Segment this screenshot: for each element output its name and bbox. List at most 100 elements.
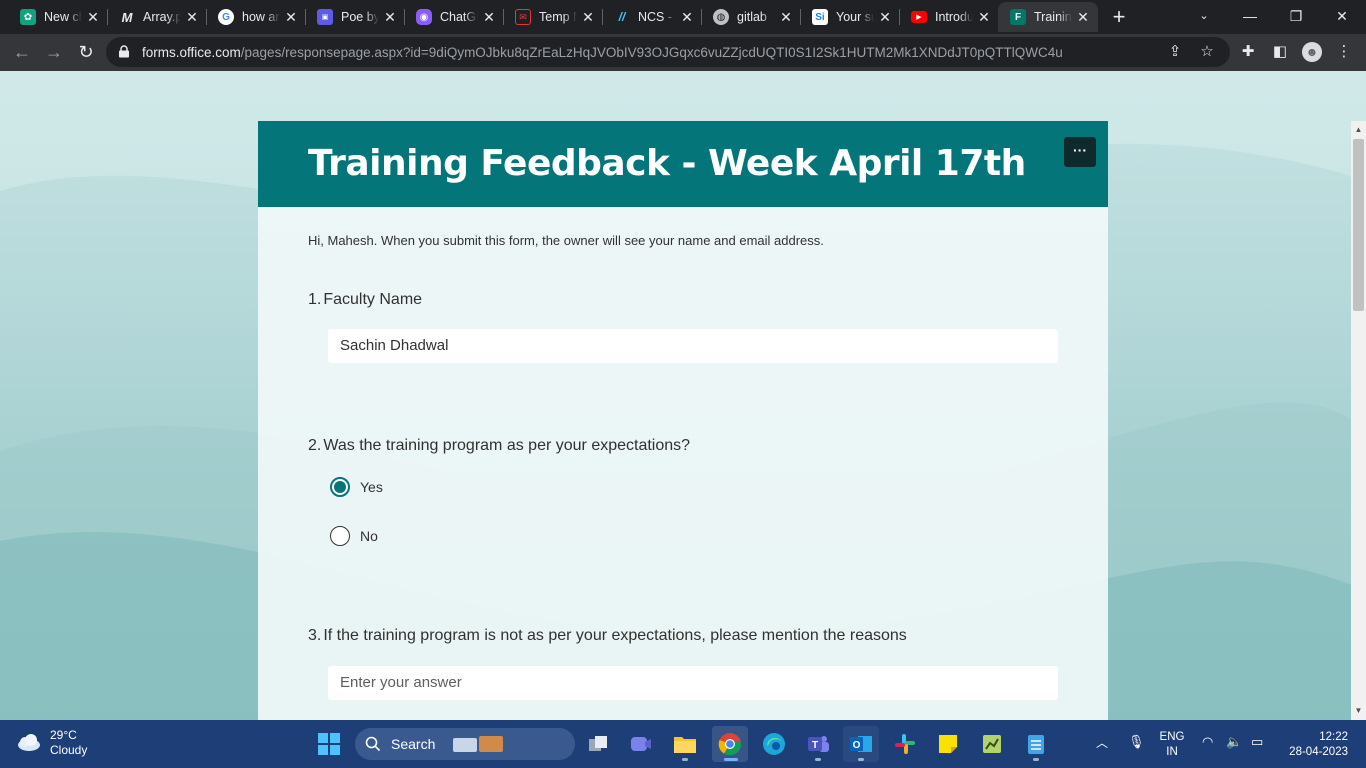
tab-title: Your sub	[836, 10, 874, 24]
input-language[interactable]: ENG IN	[1150, 730, 1194, 760]
tab-title: how are	[242, 10, 280, 24]
notepad-icon	[1028, 735, 1044, 754]
chart-app-icon	[983, 735, 1001, 753]
battery-icon[interactable]: ▭	[1251, 734, 1263, 750]
taskbar-app-chart[interactable]	[974, 726, 1010, 762]
microphone-icon[interactable]: 🎙	[1128, 734, 1145, 750]
question-3-label: 3. If the training program is not as per …	[308, 627, 907, 645]
taskbar-chat[interactable]	[623, 726, 659, 762]
faculty-name-input[interactable]: Sachin Dhadwal	[328, 329, 1058, 363]
search-icon	[365, 736, 381, 752]
tab-title: Introduction	[935, 10, 973, 24]
address-bar[interactable]: forms.office.com/pages/responsepage.aspx…	[106, 37, 1230, 67]
url-text[interactable]: forms.office.com/pages/responsepage.aspx…	[142, 45, 1063, 60]
wifi-icon[interactable]: ◠	[1202, 734, 1213, 750]
clock-time: 12:22	[1319, 731, 1348, 743]
close-icon[interactable]: ✕	[878, 10, 892, 24]
tab-training[interactable]: F Training ✕	[998, 2, 1098, 32]
task-view-button[interactable]	[580, 726, 616, 762]
page-scrollbar[interactable]: ▲ ▼	[1351, 121, 1366, 720]
close-icon[interactable]: ✕	[383, 10, 397, 24]
volume-muted-icon[interactable]: 🔈	[1226, 734, 1242, 750]
close-icon[interactable]: ✕	[977, 10, 991, 24]
forms-icon: F	[1010, 9, 1026, 25]
openai-icon: ✿	[20, 9, 36, 25]
tab-temp-mail[interactable]: ✉ Temp Mail ✕	[503, 2, 603, 32]
running-indicator	[1033, 758, 1039, 761]
scroll-down-icon[interactable]: ▼	[1354, 706, 1363, 715]
scroll-thumb[interactable]	[1353, 139, 1364, 311]
taskbar-notepad[interactable]	[1018, 726, 1054, 762]
close-icon[interactable]: ✕	[1076, 10, 1090, 24]
close-icon[interactable]: ✕	[284, 10, 298, 24]
search-label: Search	[391, 736, 436, 752]
chrome-icon	[718, 733, 742, 756]
start-button[interactable]	[311, 726, 347, 762]
weather-widget[interactable]: 29°C Cloudy	[14, 728, 87, 758]
share-icon[interactable]: ⇪	[1166, 43, 1184, 61]
side-panel-icon[interactable]: ◧	[1270, 42, 1290, 62]
tab-google[interactable]: G how are ✕	[206, 2, 306, 32]
question-2-label: 2. Was the training program as per your e…	[308, 437, 690, 455]
browser-toolbar: ← → ↻ forms.office.com/pages/responsepag…	[0, 34, 1366, 71]
url-path: /pages/responsepage.aspx?id=9diQymOJbku8…	[240, 45, 1063, 60]
taskbar-teams[interactable]: T	[800, 726, 836, 762]
close-icon[interactable]: ✕	[86, 10, 100, 24]
back-icon[interactable]: ←	[8, 38, 36, 66]
tab-new-chat[interactable]: ✿ New chat ✕	[8, 2, 108, 32]
form-intro: Hi, Mahesh. When you submit this form, t…	[308, 233, 824, 248]
taskbar-chrome[interactable]	[712, 726, 748, 762]
radio-no[interactable]	[330, 526, 350, 546]
chrome-menu-icon[interactable]: ⋮	[1334, 42, 1354, 62]
taskbar-search[interactable]: Search	[355, 728, 575, 760]
scroll-up-icon[interactable]: ▲	[1354, 125, 1363, 134]
lang-region: IN	[1166, 746, 1178, 758]
window-close-icon[interactable]: ✕	[1322, 4, 1362, 28]
close-icon[interactable]: ✕	[482, 10, 496, 24]
question-text: Faculty Name	[323, 291, 423, 308]
taskbar-edge[interactable]	[756, 726, 792, 762]
taskbar-sticky-notes[interactable]	[930, 726, 966, 762]
taskbar-outlook[interactable]: O	[843, 726, 879, 762]
radio-yes[interactable]	[330, 477, 350, 497]
close-icon[interactable]: ✕	[680, 10, 694, 24]
minimize-icon[interactable]: —	[1230, 4, 1270, 28]
weather-temp: 29°C	[50, 728, 77, 742]
reasons-input[interactable]: Enter your answer	[328, 666, 1058, 700]
clock[interactable]: 12:22 28-04-2023	[1280, 730, 1348, 760]
question-1-label: 1. Faculty Name	[308, 291, 422, 309]
restore-icon[interactable]: ❐	[1276, 4, 1316, 28]
form-header: Training Feedback - Week April 17th ···	[258, 121, 1108, 207]
question-number: 2.	[308, 437, 322, 454]
youtube-icon: ▶	[911, 11, 927, 23]
tab-ncs[interactable]: // NCS - ✕	[602, 2, 702, 32]
reload-icon[interactable]: ↻	[72, 38, 100, 66]
bookmark-star-icon[interactable]: ☆	[1198, 43, 1216, 61]
option-yes[interactable]: Yes	[330, 477, 383, 497]
tab-your-sub[interactable]: Si Your sub ✕	[800, 2, 900, 32]
option-label: No	[360, 528, 378, 544]
extensions-icon[interactable]: ✚	[1238, 42, 1258, 62]
taskbar-slack[interactable]	[887, 726, 923, 762]
tab-search-icon[interactable]: ⌄	[1184, 4, 1224, 28]
new-tab-button[interactable]: +	[1108, 6, 1130, 28]
taskbar-file-explorer[interactable]	[667, 726, 703, 762]
tab-youtube[interactable]: ▶ Introduction ✕	[899, 2, 999, 32]
windows-taskbar: 29°C Cloudy Search T O ︿ 🎙 ENG IN ◠ 🔈 ▭ …	[0, 720, 1366, 768]
tab-array[interactable]: M Array.prototype ✕	[107, 2, 207, 32]
tab-poe[interactable]: ▣ Poe by Quora ✕	[305, 2, 405, 32]
globe-icon: ◍	[713, 9, 729, 25]
tab-gitlab[interactable]: ◍ gitlab ✕	[701, 2, 801, 32]
more-options-button[interactable]: ···	[1064, 137, 1096, 167]
svg-text:O: O	[853, 740, 861, 751]
profile-avatar[interactable]: ☻	[1302, 42, 1322, 62]
si-icon: Si	[812, 9, 828, 25]
chevron-up-icon[interactable]: ︿	[1096, 734, 1108, 751]
option-no[interactable]: No	[330, 526, 378, 546]
close-icon[interactable]: ✕	[581, 10, 595, 24]
tab-chatgpt[interactable]: ◉ ChatGPT ✕	[404, 2, 504, 32]
forward-icon[interactable]: →	[40, 38, 68, 66]
running-indicator	[724, 758, 738, 761]
close-icon[interactable]: ✕	[185, 10, 199, 24]
close-icon[interactable]: ✕	[779, 10, 793, 24]
